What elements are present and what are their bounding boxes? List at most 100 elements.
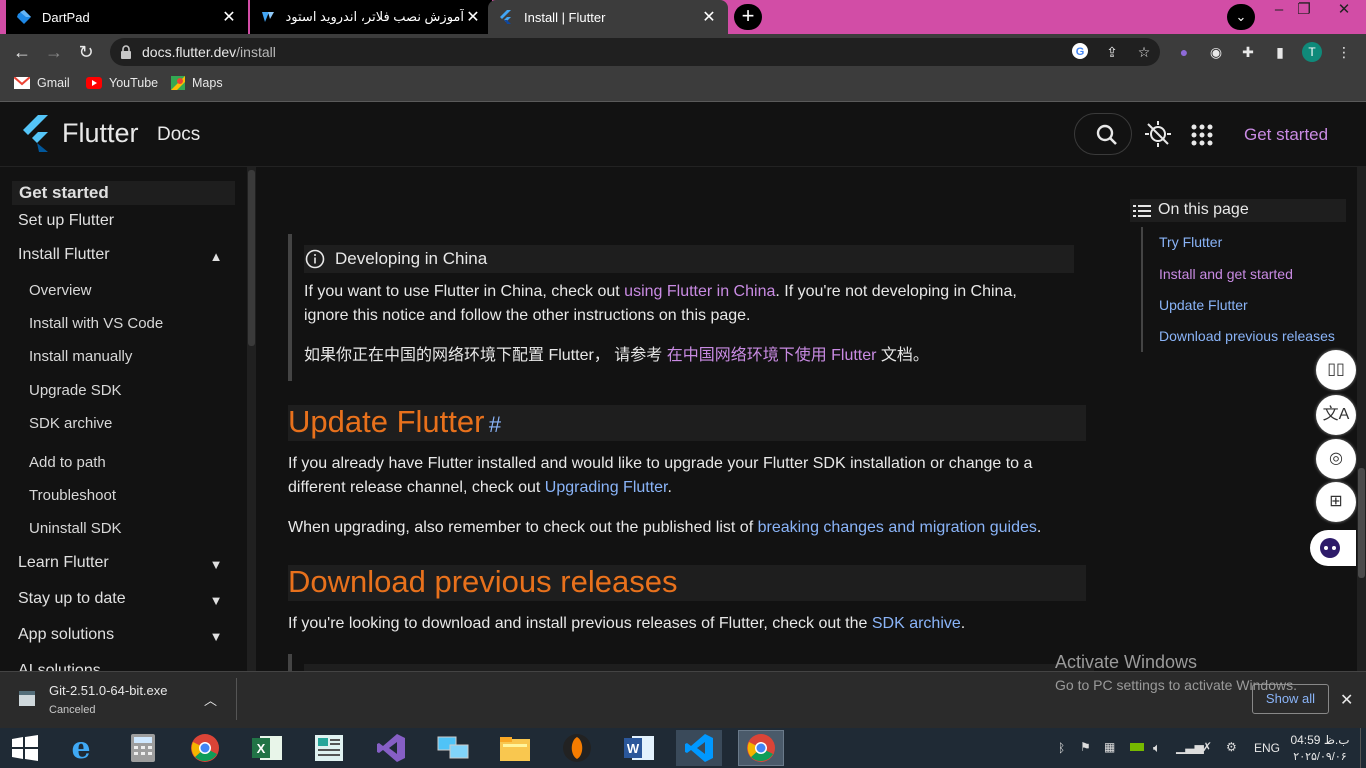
page-scrollbar[interactable] bbox=[1357, 167, 1366, 671]
tab-install-flutter[interactable]: Install | Flutter ✕ bbox=[488, 0, 728, 34]
nvidia-icon[interactable] bbox=[1130, 743, 1144, 751]
extension-brain-icon[interactable]: ● bbox=[1174, 42, 1194, 62]
google-lens-icon[interactable]: G bbox=[1070, 42, 1090, 62]
tab-farsi-article[interactable]: آموزش نصب فلاتر، اندروید استودیو ✕ bbox=[250, 0, 492, 34]
flutter-logo-icon[interactable] bbox=[20, 115, 52, 153]
sidebar-item-overview[interactable]: Overview bbox=[29, 282, 92, 299]
toc-link-download[interactable]: Download previous releases bbox=[1159, 328, 1335, 344]
chevron-down-icon[interactable]: ▼ bbox=[208, 593, 224, 608]
menu-kebab-icon[interactable]: ⋮ bbox=[1334, 42, 1354, 62]
grid-tools-icon[interactable]: ⊞ bbox=[1316, 482, 1356, 522]
file-explorer-icon[interactable] bbox=[492, 730, 538, 766]
tab-dartpad[interactable]: DartPad ✕ bbox=[6, 0, 248, 34]
chrome-active-icon[interactable] bbox=[738, 730, 784, 766]
volume-icon[interactable]: 🔈︎ bbox=[1153, 740, 1161, 756]
close-download-shelf-icon[interactable]: ✕ bbox=[1340, 690, 1353, 710]
bookmark-youtube[interactable]: YouTube bbox=[86, 76, 158, 90]
sidebar-item-upgrade-sdk[interactable]: Upgrade SDK bbox=[29, 382, 122, 399]
maximize-icon[interactable]: ❐ bbox=[1291, 0, 1317, 22]
toc-link-install[interactable]: Install and get started bbox=[1159, 266, 1293, 282]
china-link[interactable]: using Flutter in China bbox=[624, 283, 775, 300]
url-text[interactable]: docs.flutter.dev/install bbox=[142, 44, 276, 60]
word-icon[interactable]: W bbox=[616, 730, 662, 766]
chevron-up-icon[interactable]: ︿ bbox=[204, 690, 217, 709]
sidebar-item-stay-up-to-date[interactable]: Stay up to date bbox=[18, 590, 126, 608]
close-tab-icon[interactable]: ✕ bbox=[700, 7, 718, 27]
sidebar-section-title[interactable]: Get started bbox=[19, 183, 109, 203]
toc-link-update[interactable]: Update Flutter bbox=[1159, 297, 1248, 313]
bookmark-maps[interactable]: Maps bbox=[171, 76, 223, 90]
close-tab-icon[interactable]: ✕ bbox=[220, 7, 238, 27]
bookmark-gmail[interactable]: Gmail bbox=[14, 76, 70, 90]
calculator-icon[interactable] bbox=[120, 730, 166, 766]
bluetooth-icon[interactable]: ᛒ bbox=[1058, 741, 1065, 755]
sidebar-scrollbar-thumb[interactable] bbox=[248, 170, 255, 346]
sidebar-item-learn-flutter[interactable]: Learn Flutter bbox=[18, 554, 109, 572]
network-settings-icon[interactable] bbox=[430, 730, 476, 766]
sidebar-item-app-solutions[interactable]: App solutions bbox=[18, 626, 114, 644]
apps-grid-icon[interactable] bbox=[1191, 124, 1213, 146]
internet-explorer-icon[interactable]: e bbox=[58, 730, 104, 766]
assistant-button[interactable] bbox=[1310, 530, 1356, 566]
publisher-icon[interactable] bbox=[306, 730, 352, 766]
windows-start-icon[interactable] bbox=[2, 730, 48, 766]
close-window-icon[interactable]: ✕ bbox=[1327, 0, 1361, 22]
vscode-icon[interactable] bbox=[676, 730, 722, 766]
sidebar-item-add-to-path[interactable]: Add to path bbox=[29, 454, 106, 471]
site-brand-suffix[interactable]: Docs bbox=[157, 124, 200, 146]
download-filename[interactable]: Git-2.51.0-64-bit.exe bbox=[49, 683, 168, 698]
reader-icon[interactable]: ▯▯ bbox=[1316, 350, 1356, 390]
get-started-link[interactable]: Get started bbox=[1244, 125, 1328, 145]
reload-icon[interactable]: ↻ bbox=[74, 40, 98, 64]
share-icon[interactable]: ⇪ bbox=[1102, 42, 1122, 62]
profile-avatar[interactable]: T bbox=[1302, 42, 1322, 62]
tray-keyboard-icon[interactable]: ✗ bbox=[1202, 740, 1212, 754]
input-language[interactable]: ENG bbox=[1254, 741, 1280, 755]
theme-toggle-icon[interactable] bbox=[1144, 120, 1172, 148]
back-icon[interactable]: ← bbox=[10, 40, 34, 64]
excel-icon[interactable]: X bbox=[244, 730, 290, 766]
sidebar-item-install-vscode[interactable]: Install with VS Code bbox=[29, 315, 163, 332]
chevron-down-icon[interactable]: ▼ bbox=[208, 629, 224, 644]
page-scrollbar-thumb[interactable] bbox=[1358, 468, 1365, 578]
sidebar-item-troubleshoot[interactable]: Troubleshoot bbox=[29, 487, 116, 504]
visual-studio-icon[interactable] bbox=[368, 730, 414, 766]
show-desktop-button[interactable] bbox=[1360, 728, 1366, 768]
chrome-icon[interactable] bbox=[182, 730, 228, 766]
bookmark-star-icon[interactable]: ☆ bbox=[1134, 42, 1154, 62]
clock-time[interactable]: 04:59 ب.ظ bbox=[1290, 733, 1350, 747]
tray-misc-icon[interactable]: ⚙ bbox=[1226, 740, 1237, 754]
lock-icon[interactable] bbox=[120, 45, 132, 59]
site-search-button[interactable] bbox=[1074, 113, 1132, 155]
clock-date[interactable]: ۲۰۲۵/۰۹/۰۶ bbox=[1290, 750, 1350, 763]
sidebar-item-set-up-flutter[interactable]: Set up Flutter bbox=[18, 212, 114, 230]
sidebar-item-sdk-archive[interactable]: SDK archive bbox=[29, 415, 112, 432]
fl-studio-icon[interactable] bbox=[554, 730, 600, 766]
close-tab-icon[interactable]: ✕ bbox=[464, 7, 482, 27]
new-tab-button[interactable]: + bbox=[734, 4, 762, 30]
forward-icon[interactable]: → bbox=[42, 40, 66, 64]
breaking-changes-link[interactable]: breaking changes and migration guides bbox=[758, 519, 1037, 536]
extensions-puzzle-icon[interactable]: ✚ bbox=[1238, 42, 1258, 62]
podcast-icon[interactable]: ◎ bbox=[1316, 439, 1356, 479]
toc-link-try-flutter[interactable]: Try Flutter bbox=[1159, 234, 1222, 250]
sidebar-item-install-flutter[interactable]: Install Flutter bbox=[18, 246, 110, 264]
tab-search-icon[interactable]: ⌄ bbox=[1227, 4, 1255, 30]
sdk-archive-link[interactable]: SDK archive bbox=[872, 615, 961, 632]
tray-flag-icon[interactable]: ⚑ bbox=[1080, 740, 1091, 754]
upgrading-flutter-link[interactable]: Upgrading Flutter bbox=[545, 479, 668, 496]
tray-device-icon[interactable]: ▦ bbox=[1104, 740, 1115, 754]
minimize-icon[interactable]: – bbox=[1266, 0, 1292, 22]
sidebar-item-uninstall-sdk[interactable]: Uninstall SDK bbox=[29, 520, 122, 537]
extension-shield-icon[interactable]: ◉ bbox=[1206, 42, 1226, 62]
side-panel-icon[interactable]: ▮ bbox=[1270, 42, 1290, 62]
chevron-up-icon[interactable]: ▲ bbox=[208, 249, 224, 264]
china-cn-link[interactable]: 在中国网络环境下使用 Flutter bbox=[667, 347, 877, 364]
heading-anchor-link[interactable]: # bbox=[489, 412, 501, 437]
translate-icon[interactable]: 文A bbox=[1316, 395, 1356, 435]
network-signal-icon[interactable]: ▁▃▅ bbox=[1176, 740, 1204, 754]
site-brand[interactable]: Flutter bbox=[62, 118, 139, 149]
chevron-down-icon[interactable]: ▼ bbox=[208, 557, 224, 572]
sidebar-item-ai-solutions[interactable]: AI solutions bbox=[18, 662, 101, 671]
sidebar-item-install-manually[interactable]: Install manually bbox=[29, 348, 132, 365]
